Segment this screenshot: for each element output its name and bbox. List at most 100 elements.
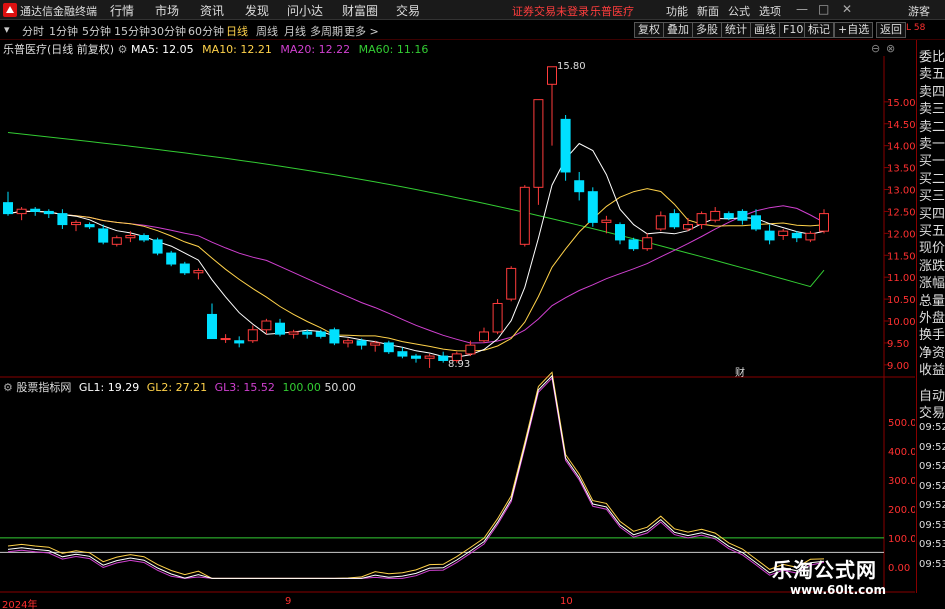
gl1-line	[7, 374, 825, 579]
candle	[288, 331, 299, 335]
candles	[3, 66, 829, 368]
menu-quotes[interactable]: 行情	[110, 2, 134, 19]
period-tick[interactable]: 分时	[22, 23, 44, 39]
candle	[492, 302, 503, 333]
login-warning[interactable]: 证券交易未登录	[512, 3, 589, 19]
gl3-line	[7, 377, 825, 579]
side-panel-item: 买五	[919, 224, 945, 239]
side-panel-item[interactable]: 交易	[919, 402, 945, 421]
price-tick-label: 9.00	[887, 361, 909, 372]
side-panel-item: 卖三	[919, 102, 945, 118]
candle	[506, 267, 517, 300]
adjust-button[interactable]: 复权	[634, 22, 664, 38]
dropdown-arrow-icon[interactable]: ▾	[4, 23, 10, 36]
candle	[479, 331, 489, 342]
candle	[669, 213, 680, 228]
period-multi[interactable]: 多周期	[310, 23, 343, 39]
draw-button[interactable]: 画线	[750, 22, 780, 38]
price-tick-label: 14.50	[887, 120, 915, 131]
candle	[343, 340, 353, 344]
candle	[84, 224, 95, 228]
candle	[3, 202, 13, 215]
candle	[587, 191, 598, 223]
high-annotation: 15.80	[557, 61, 586, 72]
side-panel-item: 净资	[919, 345, 945, 361]
side-panel-item: 卖一	[919, 137, 945, 152]
period-daily[interactable]: 日线	[226, 23, 248, 39]
side-panel-item: 委比	[919, 50, 945, 65]
candle	[764, 230, 775, 241]
chart-canvas[interactable]: 15.00 14.50 14.00 13.50 13.00 12.50 12.00 11.50…	[0, 40, 915, 593]
side-panel-item: 现价	[919, 241, 945, 257]
period-30min[interactable]: 30分钟	[150, 23, 186, 39]
candle	[424, 355, 435, 359]
period-monthly[interactable]: 月线	[284, 23, 306, 39]
restore-icon[interactable]: □	[818, 2, 829, 16]
candle	[166, 252, 177, 265]
overlay-button[interactable]: 叠加	[663, 22, 693, 38]
price-tick-label: 11.00	[887, 273, 915, 284]
candle	[723, 213, 734, 219]
candle	[751, 215, 761, 230]
side-top-label: L 58	[906, 23, 926, 33]
candle	[16, 208, 27, 215]
menu-discover[interactable]: 发现	[245, 2, 269, 19]
candle	[547, 66, 557, 85]
candle	[655, 215, 666, 230]
indicator-tick-label: 500.0	[888, 418, 915, 429]
period-more[interactable]: 更多 >	[344, 23, 379, 39]
period-1min[interactable]: 1分钟	[49, 23, 78, 39]
price-axis: 15.00 14.50 14.00 13.50 13.00 12.50 12.00 11.50…	[884, 98, 915, 372]
user-guest[interactable]: 游客	[908, 3, 930, 19]
ma-lines	[7, 132, 825, 358]
candle	[43, 210, 54, 215]
menu-formula[interactable]: 公式	[728, 3, 750, 19]
candle	[737, 210, 748, 221]
candle	[356, 340, 367, 346]
stats-button[interactable]: 统计	[721, 22, 751, 38]
indicator-tick-label: 400.0	[888, 447, 915, 458]
menu-options[interactable]: 选项	[759, 3, 781, 19]
close-icon[interactable]: ✕	[842, 2, 852, 16]
candle	[193, 270, 204, 274]
period-60min[interactable]: 60分钟	[188, 23, 224, 39]
candle	[642, 237, 653, 250]
mark-button[interactable]: 标记	[804, 22, 834, 38]
period-15min[interactable]: 15分钟	[114, 23, 150, 39]
side-panel: 委比 卖五 卖四 卖三 卖二 卖一 买一 买二 买三 买四 买五 现价 涨跌 涨幅 总量 外盘 换手 净资 收益 自动…	[916, 40, 945, 593]
menu-ask[interactable]: 问小达	[287, 2, 323, 19]
menu-wealth[interactable]: 财富圈	[342, 2, 378, 19]
candle	[275, 322, 285, 335]
period-weekly[interactable]: 周线	[256, 23, 278, 39]
candle	[71, 221, 81, 226]
menu-trade[interactable]: 交易	[396, 2, 420, 19]
period-5min[interactable]: 5分钟	[82, 23, 111, 39]
side-panel-item: 换手	[919, 328, 945, 344]
candle	[98, 228, 109, 243]
candle	[819, 213, 829, 232]
candle	[683, 224, 693, 230]
candle	[30, 208, 41, 212]
add-watchlist-button[interactable]: +自选	[834, 22, 874, 38]
side-panel-item: 卖二	[919, 119, 945, 135]
menu-function[interactable]: 功能	[666, 3, 688, 19]
menu-new-page[interactable]: 新面	[697, 3, 719, 19]
x-label-sep: 9	[285, 596, 292, 607]
minimize-icon[interactable]: —	[796, 2, 808, 16]
price-tick-label: 9.50	[887, 339, 909, 350]
candle	[601, 219, 612, 223]
side-time-item: 09:53	[919, 539, 945, 550]
side-panel-item: 买三	[919, 189, 945, 205]
candle	[220, 338, 231, 341]
multi-stock-button[interactable]: 多股	[692, 22, 722, 38]
menu-market[interactable]: 市场	[155, 2, 179, 19]
price-tick-label: 13.50	[887, 164, 915, 175]
candle	[329, 329, 340, 344]
candle	[574, 180, 585, 193]
menu-news[interactable]: 资讯	[200, 2, 224, 19]
x-label-year: 2024年	[2, 600, 38, 609]
back-button[interactable]: 返回	[876, 22, 906, 38]
side-time-item: 09:53	[919, 519, 945, 531]
indicator-tick-label: 200.0	[888, 505, 915, 516]
side-time-item: 09:52	[919, 422, 945, 433]
